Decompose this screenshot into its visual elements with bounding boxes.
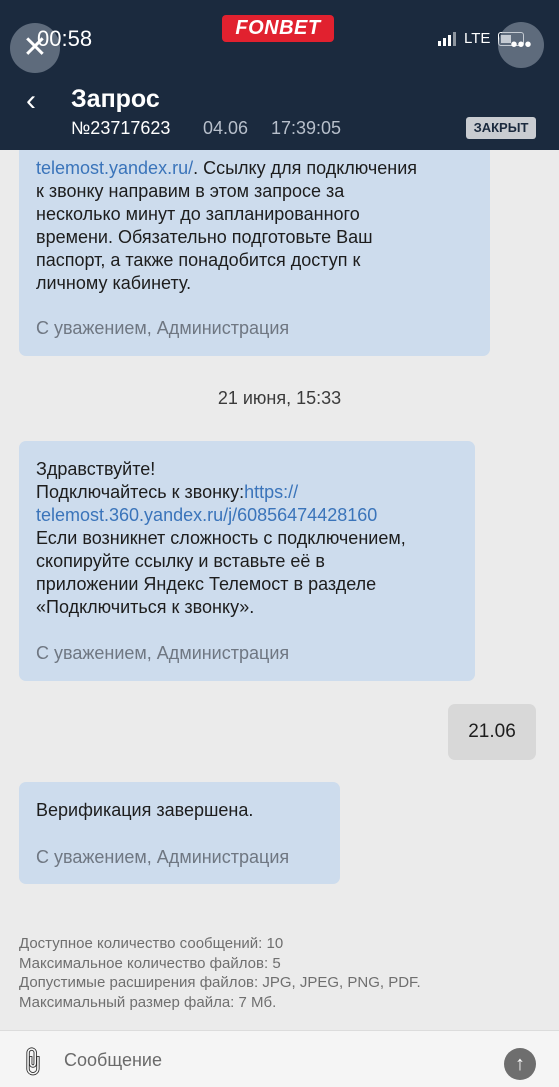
admin-message: Верификация завершена. С уважением, Адми… (19, 782, 340, 884)
limit-line: Доступное количество сообщений: 10 (19, 935, 284, 952)
message-line: Если возникнет сложность с подключением, (36, 528, 406, 548)
message-signature: С уважением, Администрация (36, 643, 290, 663)
message-line: Здравствуйте! (36, 459, 156, 479)
message-link[interactable]: telemost.yandex.ru/ (36, 158, 193, 178)
limits-info: Доступное количество сообщений: 10 Макси… (19, 934, 421, 1012)
page-title: Запрос (71, 85, 160, 113)
message-line: «Подключиться к звонку». (36, 597, 255, 617)
message-line: скопируйте ссылку и вставьте её в (36, 551, 325, 571)
message-line: времени. Обязательно подготовьте Ваш (36, 227, 373, 247)
message-link[interactable]: https:// (244, 482, 298, 502)
network-label: LTE (464, 30, 491, 47)
message-line: несколько минут до запланированного (36, 204, 360, 224)
more-button[interactable]: ••• (498, 22, 544, 68)
limit-line: Допустимые расширения файлов: JPG, JPEG,… (19, 974, 421, 991)
limit-line: Максимальный размер файла: 7 Мб. (19, 993, 277, 1011)
date-separator: 21 июня, 15:33 (217, 388, 342, 408)
message-line: личному кабинету. (36, 273, 192, 293)
status-badge: ЗАКРЫТ (466, 117, 536, 139)
message-signature: С уважением, Администрация (36, 318, 290, 338)
top-header: ✕ 00:58 FONBET LTE ••• ‹ Запрос №2371762… (0, 0, 559, 150)
message-line: приложении Яндекс Телемост в разделе (36, 574, 377, 594)
status-time: 00:58 (37, 26, 93, 51)
send-arrow-icon[interactable]: ↑ (504, 1048, 536, 1080)
message-line: к звонку направим в этом запросе за (36, 181, 345, 201)
more-icon: ••• (510, 34, 532, 56)
message-line: паспорт, а также понадобится доступ к (36, 250, 361, 270)
message-composer: 📎︎ ↑ (0, 1030, 559, 1087)
message-line: Верификация завершена. (36, 800, 254, 820)
signal-icon (438, 31, 456, 46)
message-link[interactable]: telemost.360.yandex.ru/j/60856474428160 (36, 504, 465, 527)
limit-line: Максимальное количество файлов: 5 (19, 954, 281, 972)
paperclip-icon[interactable]: 📎︎ (13, 1043, 51, 1081)
message-input[interactable] (62, 1044, 476, 1076)
user-message: 21.06 (448, 704, 536, 760)
admin-message: Здравствуйте! Подключайтесь к звонку:htt… (19, 441, 475, 681)
admin-message: telemost.yandex.ru/. Ссылку для подключе… (19, 150, 490, 356)
request-time: 17:39:05 (271, 118, 342, 138)
request-date: 04.06 (203, 118, 249, 138)
back-chevron-icon[interactable]: ‹ (26, 84, 36, 118)
message-signature: С уважением, Администрация (36, 847, 290, 867)
request-number: №23717623 (71, 118, 171, 138)
brand-logo: FONBET (222, 15, 334, 42)
